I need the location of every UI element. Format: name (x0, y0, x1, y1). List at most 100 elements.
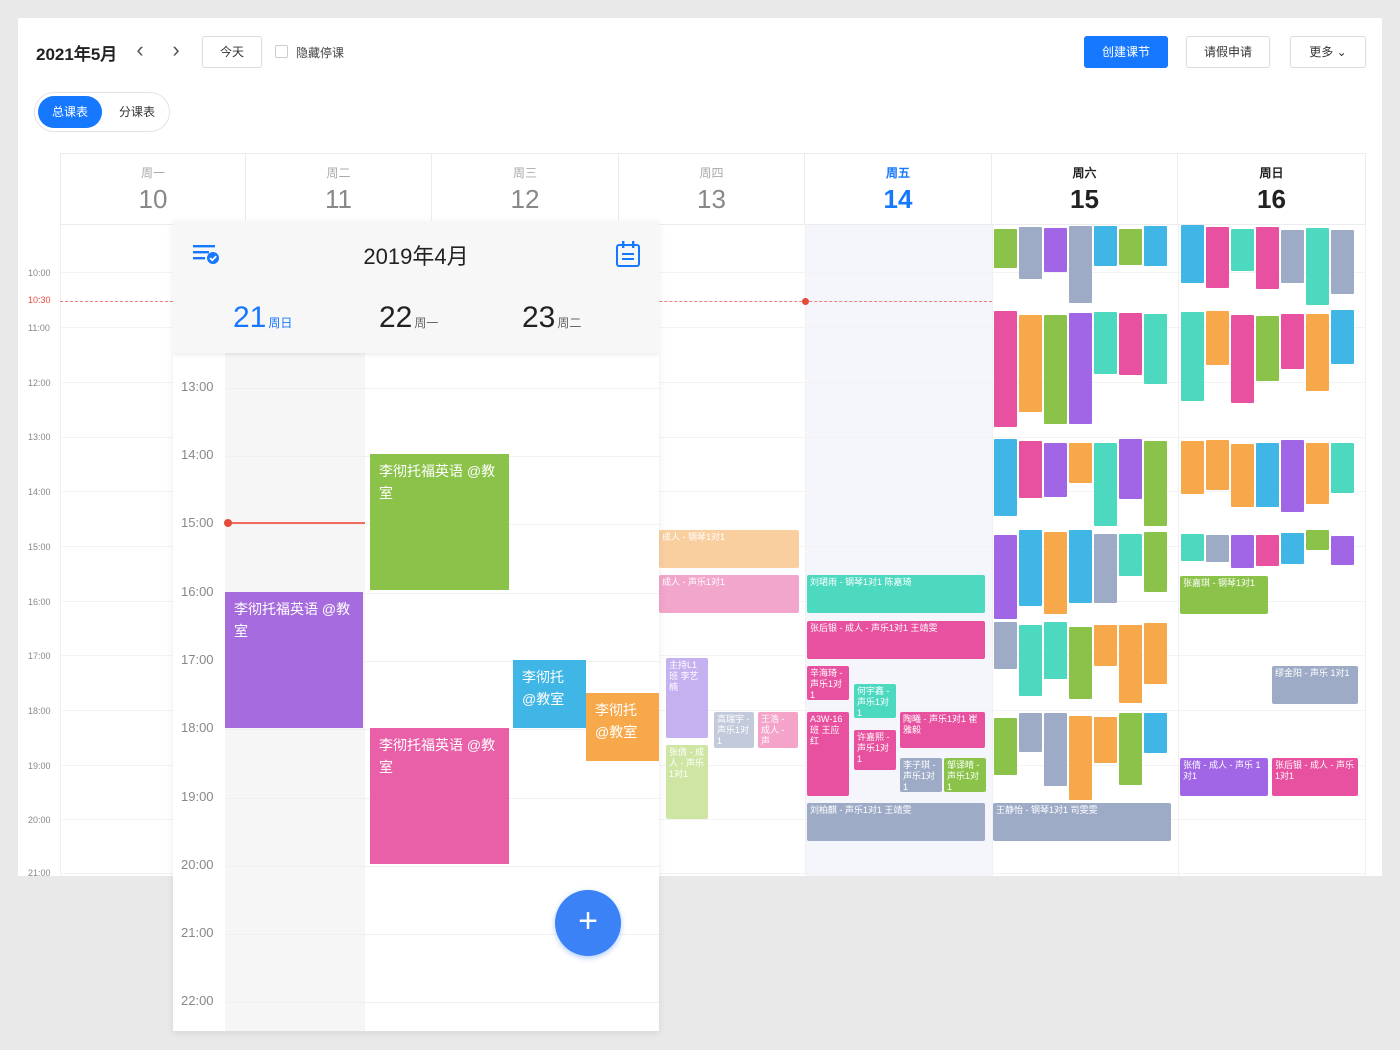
event-block[interactable]: 主持L1班 李艺楠 (666, 658, 708, 738)
event-block[interactable] (1231, 535, 1254, 568)
event-block[interactable] (994, 439, 1017, 516)
event-block[interactable] (1044, 228, 1067, 272)
next-week-button[interactable]: › (166, 38, 186, 64)
event-block[interactable]: 邹译晴 - 声乐1对1 (944, 758, 986, 792)
event-block[interactable]: 张后银 - 成人 - 声乐1对1 (1272, 758, 1358, 796)
event-block[interactable] (1144, 441, 1167, 526)
event-block[interactable]: 高瑞宇 - 声乐1对1 (714, 712, 754, 748)
event-block[interactable]: 张嘉琪 - 钢琴1对1 (1180, 576, 1268, 614)
event-block[interactable]: A3W-16班 王应红 (807, 712, 849, 796)
event-block[interactable] (1094, 534, 1117, 603)
event-block[interactable]: 成人 - 钢琴1对1 (659, 530, 799, 568)
event-block[interactable] (1231, 229, 1254, 271)
event-block[interactable]: 刘柏麒 - 声乐1对1 王靖雯 (807, 803, 985, 841)
event-block[interactable] (1206, 440, 1229, 490)
event-block[interactable] (1144, 623, 1167, 684)
event-block[interactable] (1019, 530, 1042, 606)
hide-suspended-checkbox[interactable] (275, 45, 288, 58)
event-block[interactable] (1231, 444, 1254, 507)
event-block[interactable] (1044, 713, 1067, 786)
event-block[interactable] (1144, 314, 1167, 384)
event-block[interactable] (1069, 313, 1092, 424)
event-block[interactable] (1306, 443, 1329, 504)
event-block[interactable] (994, 311, 1017, 427)
event-block[interactable] (1331, 443, 1354, 493)
event-block[interactable]: 刘珺雨 - 钢琴1对1 陈嘉琦 (807, 575, 985, 613)
event-block[interactable] (1306, 228, 1329, 305)
event-block[interactable] (1144, 532, 1167, 592)
event-block[interactable] (1069, 443, 1092, 483)
event-block[interactable]: 何宇鑫 - 声乐1对1 (854, 684, 896, 718)
event-block[interactable]: 张倩 - 成人 - 声乐 1对1 (1180, 758, 1268, 796)
event-block[interactable] (1069, 716, 1092, 800)
event-block[interactable] (1256, 535, 1279, 566)
event-block[interactable] (1206, 227, 1229, 288)
event-block[interactable] (1044, 622, 1067, 679)
event-block[interactable] (1094, 717, 1117, 763)
event-block[interactable] (1144, 713, 1167, 753)
event-block[interactable] (994, 622, 1017, 669)
event-block[interactable] (1181, 534, 1204, 561)
event-block[interactable] (1281, 314, 1304, 369)
leave-request-button[interactable]: 请假申请 (1186, 36, 1270, 68)
event-block[interactable] (1119, 534, 1142, 576)
event-block[interactable]: 李子琪 - 声乐1对1 (900, 758, 942, 792)
event-block[interactable] (1019, 227, 1042, 279)
tab-split-schedule[interactable]: 分课表 (105, 96, 169, 128)
event-block[interactable]: 许嘉熙 - 声乐1对1 (854, 730, 896, 770)
event-block[interactable] (1094, 226, 1117, 266)
event-block[interactable] (1331, 310, 1354, 364)
prev-week-button[interactable]: ‹ (130, 38, 150, 64)
event-block[interactable] (1094, 443, 1117, 526)
event-block[interactable] (1206, 535, 1229, 562)
event-block[interactable] (1181, 312, 1204, 401)
mobile-day-monday[interactable]: 22 周一 (379, 301, 438, 335)
event-block[interactable] (1281, 440, 1304, 512)
mobile-day-sunday[interactable]: 21 周日 (233, 301, 292, 335)
event-block[interactable] (1281, 230, 1304, 283)
calendar-icon[interactable] (613, 239, 643, 269)
event-block[interactable] (1019, 713, 1042, 752)
event-block[interactable] (994, 535, 1017, 619)
event-block[interactable]: 陶曦 - 声乐1对1 崔雅毅 (900, 712, 985, 748)
event-block[interactable] (1206, 311, 1229, 365)
event-block[interactable] (994, 718, 1017, 775)
event-block[interactable]: 张倩 - 成人 - 声乐1对1 (666, 745, 708, 819)
event-block[interactable]: 成人 - 声乐1对1 (659, 575, 799, 613)
event-block[interactable] (994, 229, 1017, 268)
mobile-event[interactable]: 李彻托 @教室 (513, 660, 586, 728)
mobile-month-title[interactable]: 2019年4月 (173, 239, 659, 271)
event-block[interactable] (1044, 443, 1067, 497)
event-block[interactable] (1306, 530, 1329, 550)
event-block[interactable]: 王浩 - 成人 - 声 (758, 712, 798, 748)
event-block[interactable] (1119, 439, 1142, 499)
event-block[interactable] (1231, 315, 1254, 403)
today-button[interactable]: 今天 (202, 36, 262, 68)
event-block[interactable] (1094, 625, 1117, 666)
event-block[interactable] (1069, 627, 1092, 699)
event-block[interactable] (1119, 229, 1142, 265)
event-block[interactable] (1181, 441, 1204, 494)
event-block[interactable]: 缪金阳 - 声乐 1对1 (1272, 666, 1358, 704)
event-block[interactable] (1119, 313, 1142, 375)
event-block[interactable]: 张后银 - 成人 - 声乐1对1 王靖雯 (807, 621, 985, 659)
create-lesson-button[interactable]: 创建课节 (1084, 36, 1168, 68)
event-block[interactable] (1019, 441, 1042, 498)
mobile-event[interactable]: 李彻托 @教室 (586, 693, 659, 761)
event-block[interactable] (1281, 533, 1304, 564)
event-block[interactable] (1069, 530, 1092, 603)
event-block[interactable] (1256, 443, 1279, 507)
mobile-event[interactable]: 李彻托福英语 @教室 (370, 728, 509, 864)
event-block[interactable] (1256, 316, 1279, 381)
event-block[interactable] (1256, 227, 1279, 289)
event-block[interactable] (1119, 713, 1142, 785)
mobile-event[interactable]: 李彻托福英语 @教室 (225, 592, 363, 728)
event-block[interactable] (1044, 315, 1067, 424)
event-block[interactable] (1094, 312, 1117, 374)
event-block[interactable] (1331, 536, 1354, 565)
event-block[interactable] (1019, 315, 1042, 412)
event-block[interactable] (1144, 226, 1167, 266)
more-dropdown[interactable]: 更多 ⌄ (1290, 36, 1366, 68)
event-block[interactable] (1019, 625, 1042, 696)
event-block[interactable] (1044, 532, 1067, 614)
